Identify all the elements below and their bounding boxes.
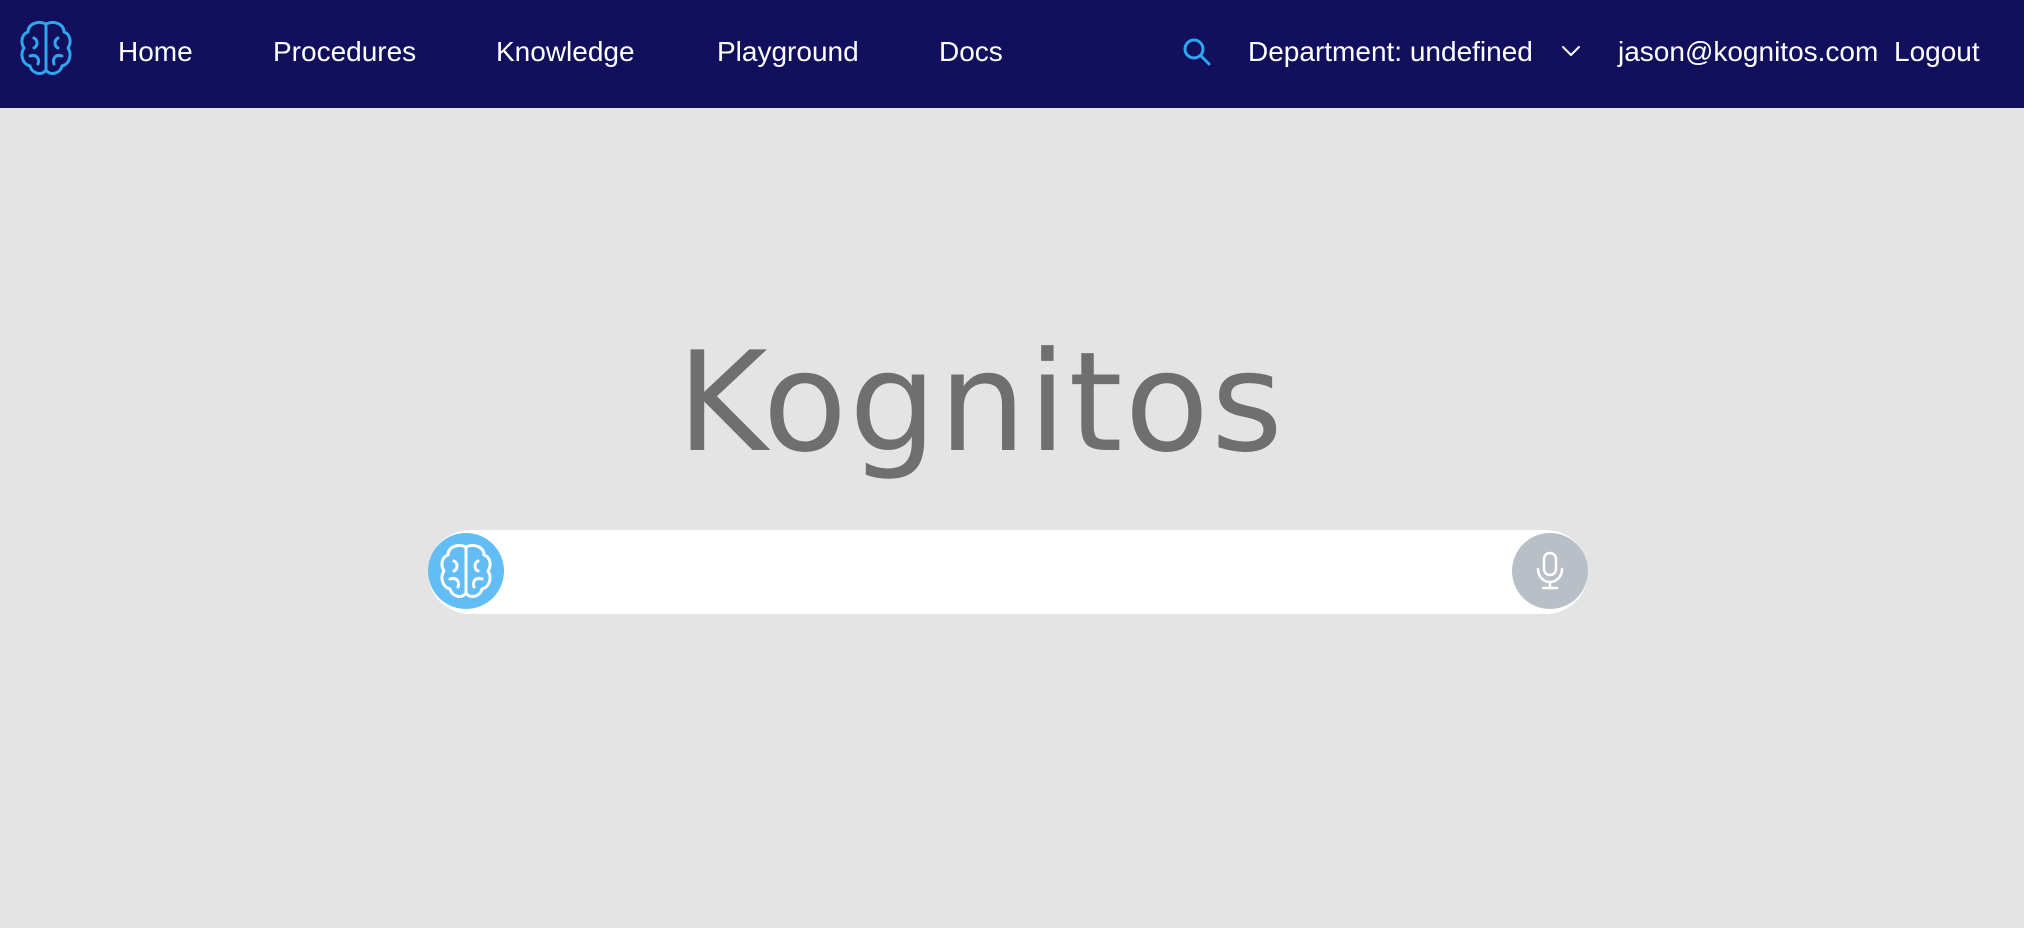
nav-docs-link[interactable]: Docs bbox=[939, 34, 1003, 70]
logout-link[interactable]: Logout bbox=[1894, 34, 1980, 70]
brain-logo-icon[interactable] bbox=[18, 18, 74, 78]
nav-playground-link[interactable]: Playground bbox=[717, 34, 859, 70]
department-selector[interactable]: Department: undefined bbox=[1248, 34, 1533, 70]
brain-icon[interactable] bbox=[428, 533, 504, 609]
page-title: Kognitos bbox=[677, 322, 1285, 483]
nav-knowledge-link[interactable]: Knowledge bbox=[496, 34, 635, 70]
microphone-icon[interactable] bbox=[1512, 533, 1588, 609]
top-navigation-bar: Home Procedures Knowledge Playground Doc… bbox=[0, 0, 2024, 108]
nav-home-link[interactable]: Home bbox=[118, 34, 193, 70]
search-icon[interactable] bbox=[1182, 37, 1212, 67]
user-email: jason@kognitos.com bbox=[1618, 36, 1879, 67]
main-search-bar bbox=[428, 530, 1588, 616]
chevron-down-icon[interactable] bbox=[1561, 44, 1581, 58]
nav-procedures-link[interactable]: Procedures bbox=[273, 34, 416, 70]
search-input[interactable] bbox=[520, 530, 1484, 616]
